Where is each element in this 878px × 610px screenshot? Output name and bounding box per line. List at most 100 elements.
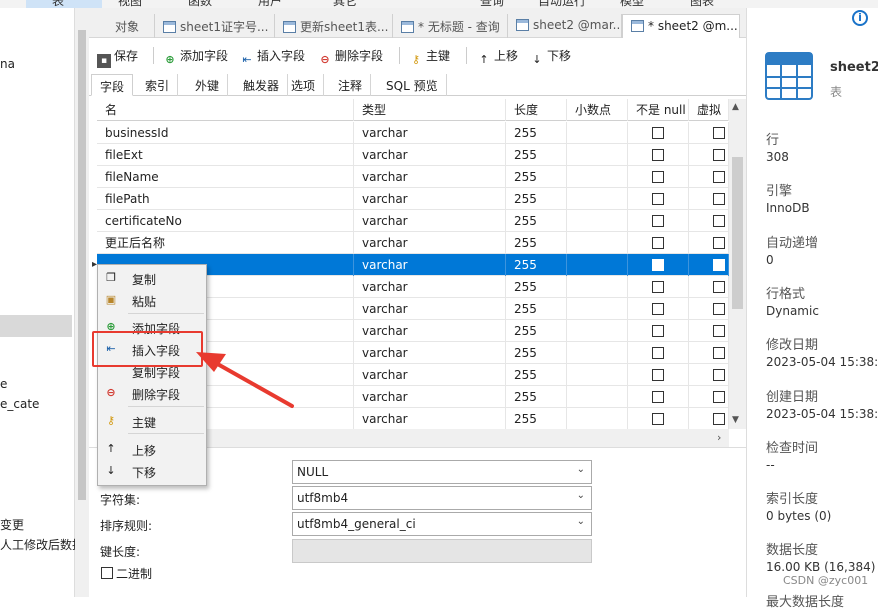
not-null-checkbox[interactable] bbox=[652, 259, 664, 271]
cell-name[interactable]: businessId bbox=[97, 122, 354, 144]
default-value-combo[interactable]: NULL ⌄ bbox=[292, 460, 592, 484]
not-null-checkbox[interactable] bbox=[652, 215, 664, 227]
cell-name[interactable]: 更正后名称 bbox=[97, 232, 354, 254]
virtual-checkbox[interactable] bbox=[713, 127, 725, 139]
not-null-checkbox[interactable] bbox=[652, 303, 664, 315]
virtual-checkbox[interactable] bbox=[713, 149, 725, 161]
not-null-checkbox[interactable] bbox=[652, 391, 664, 403]
tab-sheet2-data[interactable]: sheet2 @mar... bbox=[508, 14, 622, 38]
table-row[interactable]: fileName varchar 255 bbox=[97, 166, 729, 188]
tab-update-sheet1[interactable]: 更新sheet1表... bbox=[275, 14, 393, 38]
cell-scale[interactable] bbox=[567, 210, 628, 232]
cell-type[interactable]: varchar bbox=[354, 276, 506, 298]
virtual-checkbox[interactable] bbox=[713, 347, 725, 359]
column-header[interactable]: 长度 bbox=[506, 99, 567, 121]
cell-length[interactable]: 255 bbox=[506, 298, 567, 320]
charset-combo[interactable]: utf8mb4 ⌄ bbox=[292, 486, 592, 510]
menu-item-table[interactable]: 表 bbox=[52, 0, 64, 8]
table-row[interactable]: businessId varchar 255 bbox=[97, 122, 729, 144]
cell-scale[interactable] bbox=[567, 386, 628, 408]
menu-item-paste[interactable]: ▣ 粘贴 bbox=[98, 289, 206, 311]
virtual-checkbox[interactable] bbox=[713, 281, 725, 293]
not-null-checkbox[interactable] bbox=[652, 369, 664, 381]
not-null-checkbox[interactable] bbox=[652, 281, 664, 293]
cell-type[interactable]: varchar bbox=[354, 232, 506, 254]
not-null-checkbox[interactable] bbox=[652, 127, 664, 139]
collation-combo[interactable]: utf8mb4_general_ci ⌄ bbox=[292, 512, 592, 536]
not-null-checkbox[interactable] bbox=[652, 149, 664, 161]
cell-length[interactable]: 255 bbox=[506, 320, 567, 342]
menu-item-function[interactable]: 函数 bbox=[188, 0, 212, 8]
virtual-checkbox[interactable] bbox=[713, 215, 725, 227]
cell-type[interactable]: varchar bbox=[354, 254, 506, 276]
navigator-item[interactable]: 变更 bbox=[0, 516, 24, 533]
cell-length[interactable]: 255 bbox=[506, 342, 567, 364]
cell-scale[interactable] bbox=[567, 232, 628, 254]
not-null-checkbox[interactable] bbox=[652, 171, 664, 183]
cell-scale[interactable] bbox=[567, 364, 628, 386]
navigator-scrollbar[interactable] bbox=[75, 8, 89, 597]
not-null-checkbox[interactable] bbox=[652, 325, 664, 337]
menu-item-copy[interactable]: ❐ 复制 bbox=[98, 267, 206, 289]
primary-key-button[interactable]: ⚷ 主键 bbox=[409, 47, 450, 67]
tab-comments[interactable]: 注释 bbox=[330, 74, 372, 96]
not-null-checkbox[interactable] bbox=[652, 193, 664, 205]
cell-name[interactable]: fileExt bbox=[97, 144, 354, 166]
cell-type[interactable]: varchar bbox=[354, 166, 506, 188]
table-row[interactable]: filePath varchar 255 bbox=[97, 188, 729, 210]
scroll-down-arrow-icon[interactable]: ▼ bbox=[732, 415, 739, 425]
virtual-checkbox[interactable] bbox=[713, 369, 725, 381]
add-field-button[interactable]: ⊕ 添加字段 bbox=[163, 47, 228, 67]
grid-scroll-thumb[interactable] bbox=[732, 157, 743, 309]
menu-item-other[interactable]: 其它 bbox=[333, 0, 357, 8]
table-row[interactable]: 更正后名称 varchar 255 bbox=[97, 232, 729, 254]
cell-name[interactable]: fileName bbox=[97, 166, 354, 188]
cell-length[interactable]: 255 bbox=[506, 188, 567, 210]
virtual-checkbox[interactable] bbox=[713, 193, 725, 205]
cell-type[interactable]: varchar bbox=[354, 320, 506, 342]
insert-field-button[interactable]: ⇤ 插入字段 bbox=[240, 47, 305, 67]
tab-indexes[interactable]: 索引 bbox=[137, 74, 179, 96]
virtual-checkbox[interactable] bbox=[713, 237, 725, 249]
cell-length[interactable]: 255 bbox=[506, 232, 567, 254]
table-row[interactable]: fileExt varchar 255 bbox=[97, 144, 729, 166]
cell-scale[interactable] bbox=[567, 166, 628, 188]
cell-type[interactable]: varchar bbox=[354, 298, 506, 320]
virtual-checkbox[interactable] bbox=[713, 391, 725, 403]
tab-sheet2-design[interactable]: * sheet2 @m... bbox=[622, 14, 740, 38]
cell-type[interactable]: varchar bbox=[354, 342, 506, 364]
column-header[interactable]: 名 bbox=[97, 99, 354, 121]
column-header[interactable]: 虚拟 bbox=[689, 99, 729, 121]
cell-name[interactable]: certificateNo bbox=[97, 210, 354, 232]
menu-item-query[interactable]: 查询 bbox=[480, 0, 504, 8]
tab-triggers[interactable]: 触发器 bbox=[235, 74, 289, 96]
not-null-checkbox[interactable] bbox=[652, 347, 664, 359]
navigator-item[interactable]: e bbox=[0, 377, 7, 391]
column-header[interactable]: 小数点 bbox=[567, 99, 628, 121]
cell-scale[interactable] bbox=[567, 408, 628, 429]
cell-length[interactable]: 255 bbox=[506, 364, 567, 386]
delete-field-button[interactable]: ⊖ 删除字段 bbox=[318, 47, 383, 67]
info-icon[interactable]: i bbox=[852, 10, 868, 26]
cell-name[interactable]: filePath bbox=[97, 188, 354, 210]
tab-foreign-keys[interactable]: 外键 bbox=[187, 74, 229, 96]
grid-vertical-scrollbar[interactable]: ▲ ▼ bbox=[729, 99, 746, 429]
tab-untitled-query[interactable]: * 无标题 - 查询 bbox=[393, 14, 508, 38]
cell-type[interactable]: varchar bbox=[354, 188, 506, 210]
menu-item-chart[interactable]: 图表 bbox=[690, 0, 714, 8]
menu-item-primary-key[interactable]: ⚷ 主键 bbox=[98, 410, 206, 432]
scroll-right-arrow-icon[interactable]: › bbox=[717, 431, 721, 444]
not-null-checkbox[interactable] bbox=[652, 413, 664, 425]
tab-objects[interactable]: 对象 bbox=[89, 14, 155, 38]
tab-options[interactable]: 选项 bbox=[283, 74, 325, 96]
cell-length[interactable]: 255 bbox=[506, 276, 567, 298]
virtual-checkbox[interactable] bbox=[713, 171, 725, 183]
navigator-item[interactable]: e_cate bbox=[0, 397, 39, 411]
scroll-up-arrow-icon[interactable]: ▲ bbox=[732, 102, 739, 112]
save-button[interactable]: ▪ 保存 bbox=[97, 47, 138, 68]
cell-scale[interactable] bbox=[567, 298, 628, 320]
cell-scale[interactable] bbox=[567, 276, 628, 298]
not-null-checkbox[interactable] bbox=[652, 237, 664, 249]
cell-scale[interactable] bbox=[567, 188, 628, 210]
tab-sheet1-query[interactable]: sheet1证字号... bbox=[155, 14, 275, 38]
